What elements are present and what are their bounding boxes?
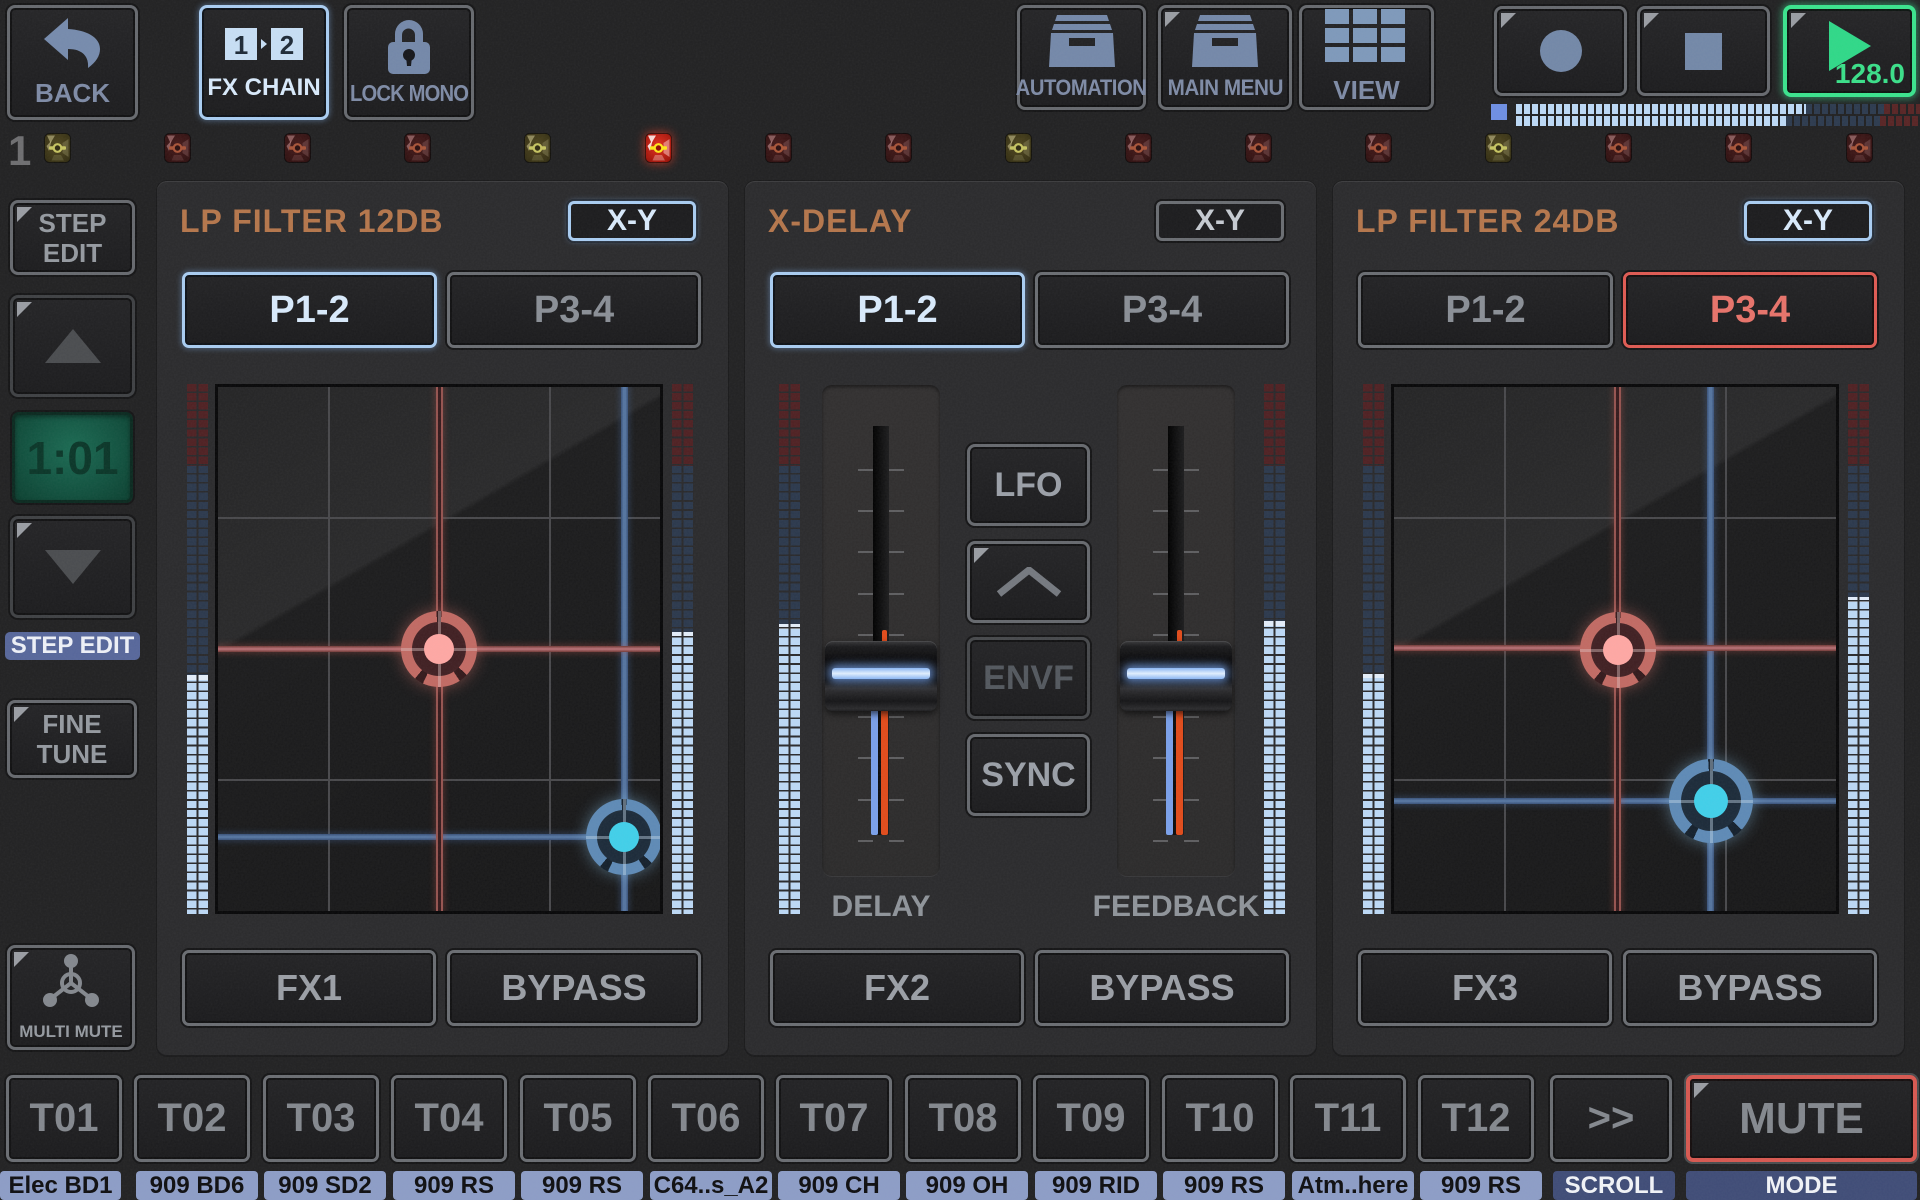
svg-text:2: 2 [280,30,294,60]
svg-text:1: 1 [234,30,248,60]
